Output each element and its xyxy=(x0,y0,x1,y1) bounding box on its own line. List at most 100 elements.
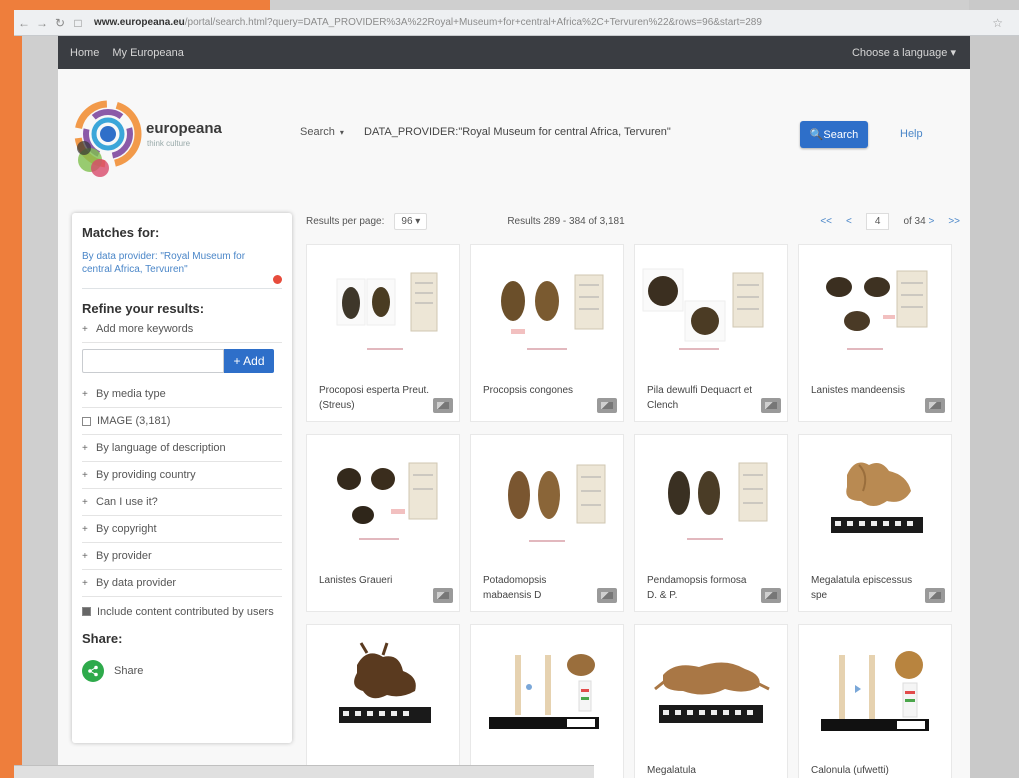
search-icon: 🔍 xyxy=(809,129,824,141)
facet-label: By provider xyxy=(96,550,152,562)
active-filter[interactable]: By data provider: "Royal Museum for cent… xyxy=(82,250,282,284)
facet-option-image[interactable]: IMAGE (3,181) xyxy=(82,408,282,435)
share-heading: Share: xyxy=(82,631,123,646)
result-card[interactable] xyxy=(306,624,460,778)
result-title[interactable]: Megalatula xyxy=(647,763,759,778)
image-type-icon xyxy=(761,398,781,413)
url-domain: www.europeana.eu xyxy=(94,17,185,28)
keyword-input[interactable] xyxy=(82,349,224,373)
url-field[interactable]: www.europeana.eu/portal/search.html?quer… xyxy=(94,17,974,28)
facet-provider[interactable]: + By provider xyxy=(82,543,282,570)
share-icon xyxy=(82,660,104,682)
result-title[interactable]: Procoposi esperta Preut. (Streus) xyxy=(319,383,431,413)
result-card[interactable]: Procopsis congones xyxy=(470,244,624,422)
facet-data-provider[interactable]: + By data provider xyxy=(82,570,282,597)
results-count: Results 289 - 384 of 3,181 xyxy=(507,215,625,227)
facet-copyright[interactable]: + By copyright xyxy=(82,516,282,543)
facet-label: By language of description xyxy=(96,442,226,454)
last-page-button[interactable]: >> xyxy=(948,216,960,227)
result-card[interactable] xyxy=(470,624,624,778)
brand-tagline: think culture xyxy=(147,139,191,148)
next-page-button[interactable]: > xyxy=(928,216,934,227)
browser-status-bar xyxy=(14,765,594,778)
ugc-option[interactable]: Include content contributed by users xyxy=(82,605,282,619)
result-title[interactable]: Megalatula episcessus spe xyxy=(811,573,923,603)
refine-sidebar: Matches for: By data provider: "Royal Mu… xyxy=(72,213,292,743)
ugc-checkbox[interactable] xyxy=(82,607,91,616)
remove-filter-icon[interactable] xyxy=(273,275,282,284)
nav-my-europeana-link[interactable]: My Europeana xyxy=(112,47,184,59)
language-label: Choose a language xyxy=(851,47,948,59)
image-type-icon xyxy=(433,588,453,603)
result-title[interactable]: Lanistes mandeensis xyxy=(811,383,923,398)
facet-checkbox[interactable] xyxy=(82,416,91,426)
facet-country[interactable]: + By providing country xyxy=(82,462,282,489)
facet-language[interactable]: + By language of description xyxy=(82,435,282,462)
facet-add-keywords[interactable]: + Add more keywords xyxy=(82,316,282,343)
specimen-thumbnail xyxy=(821,651,929,731)
specimen-thumbnail xyxy=(508,464,606,542)
top-navigation: Home My Europeana Choose a language ▾ xyxy=(58,36,970,69)
specimen-thumbnail xyxy=(831,462,923,533)
specimen-thumbnail xyxy=(654,662,770,723)
page-number-input[interactable]: 4 xyxy=(865,212,890,230)
results-per-page-value: 96 xyxy=(401,215,413,227)
result-card[interactable]: Lanistes Graueri xyxy=(306,434,460,612)
bookmark-star-icon[interactable]: ☆ xyxy=(992,16,1003,30)
europeana-logo[interactable] xyxy=(70,96,142,182)
result-title[interactable]: Pendamopsis formosa D. & P. xyxy=(647,573,759,603)
search-button[interactable]: 🔍 Search xyxy=(800,121,868,148)
image-type-icon xyxy=(761,588,781,603)
page-icon: □ xyxy=(74,15,82,30)
result-card[interactable]: Megalatula xyxy=(634,624,788,778)
first-page-button[interactable]: << xyxy=(820,216,832,227)
add-keyword-button[interactable]: + Add xyxy=(224,349,274,373)
result-card[interactable]: Pendamopsis formosa D. & P. xyxy=(634,434,788,612)
search-button-label: Search xyxy=(823,128,859,141)
back-arrow-icon[interactable]: ← xyxy=(16,16,32,30)
image-type-icon xyxy=(597,398,617,413)
result-card[interactable]: Megalatula episcessus spe xyxy=(798,434,952,612)
facet-label: By data provider xyxy=(96,577,177,589)
share-button[interactable]: Share xyxy=(82,660,282,682)
language-selector[interactable]: Choose a language ▾ xyxy=(852,46,956,59)
url-path: /portal/search.html?query=DATA_PROVIDER%… xyxy=(184,17,762,28)
specimen-thumbnail xyxy=(337,462,438,540)
results-per-page-select[interactable]: 96 ▾ xyxy=(394,212,428,230)
page-count: of 34 > xyxy=(903,216,934,227)
result-card[interactable]: Procoposi esperta Preut. (Streus) xyxy=(306,244,460,422)
result-title[interactable]: Procopsis congones xyxy=(483,383,595,398)
facet-rights[interactable]: + Can I use it? xyxy=(82,489,282,516)
europeana-page: Home My Europeana Choose a language ▾ eu… xyxy=(58,36,970,778)
facet-media-type[interactable]: + By media type xyxy=(82,381,282,408)
plus-icon: + xyxy=(82,523,88,535)
facet-label: IMAGE (3,181) xyxy=(97,415,171,427)
chevron-down-icon: ▾ xyxy=(950,47,956,59)
search-input[interactable] xyxy=(364,120,784,144)
search-scope-dropdown[interactable]: Search ▾ xyxy=(300,126,344,138)
image-type-icon xyxy=(925,588,945,603)
result-card[interactable]: Pila dewulfi Dequacrt et Clench xyxy=(634,244,788,422)
result-title[interactable]: Pila dewulfi Dequacrt et Clench xyxy=(647,383,759,413)
help-link[interactable]: Help xyxy=(900,128,923,140)
reload-icon[interactable]: ↻ xyxy=(52,16,68,30)
result-card[interactable]: Potadomopsis mabaensis D xyxy=(470,434,624,612)
prev-page-button[interactable]: < xyxy=(846,216,852,227)
result-title[interactable]: Lanistes Graueri xyxy=(319,573,431,588)
specimen-thumbnail xyxy=(668,462,768,540)
page-count-label: of 34 xyxy=(903,215,926,227)
result-title[interactable]: Calonula (ufwetti) xyxy=(811,763,923,778)
specimen-thumbnail xyxy=(826,270,928,350)
result-card[interactable]: Lanistes mandeensis xyxy=(798,244,952,422)
plus-icon: + xyxy=(82,496,88,508)
keyword-form: + Add xyxy=(82,349,282,373)
result-title[interactable]: Potadomopsis mabaensis D xyxy=(483,573,595,603)
facet-label: By media type xyxy=(96,388,166,400)
divider xyxy=(82,288,282,289)
result-card[interactable]: Calonula (ufwetti) xyxy=(798,624,952,778)
chevron-down-icon: ▾ xyxy=(415,215,421,227)
forward-arrow-icon[interactable]: → xyxy=(34,16,50,30)
pagination: << < 4 of 34 > >> xyxy=(820,212,960,230)
nav-home-link[interactable]: Home xyxy=(70,47,99,59)
refine-heading: Refine your results: xyxy=(82,301,205,316)
